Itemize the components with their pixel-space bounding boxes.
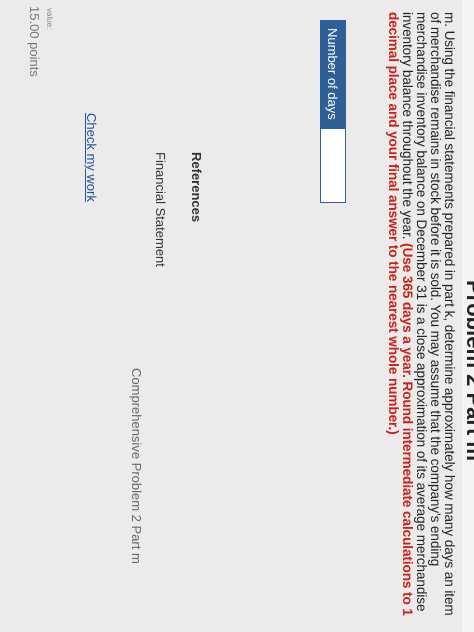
page-title: Problem 2 Part m (462, 280, 474, 461)
header-strip: Problem 2 Part m (462, 0, 474, 632)
answer-row: Number of days (320, 20, 346, 203)
references-heading: References (189, 152, 204, 223)
rotated-screen: Problem 2 Part m m. Using the financial … (0, 0, 474, 632)
check-my-work-link[interactable]: Check my work (84, 113, 99, 202)
value-label: value: (45, 8, 54, 30)
question-text: m. Using the financial statements prepar… (386, 12, 457, 622)
financial-statement-link[interactable]: Financial Statement (153, 152, 168, 267)
number-of-days-label: Number of days (320, 20, 346, 128)
points-value: 15.00 points (27, 6, 42, 77)
reference-source: Comprehensive Problem 2 Part m (129, 368, 144, 564)
number-of-days-input[interactable] (320, 127, 346, 203)
